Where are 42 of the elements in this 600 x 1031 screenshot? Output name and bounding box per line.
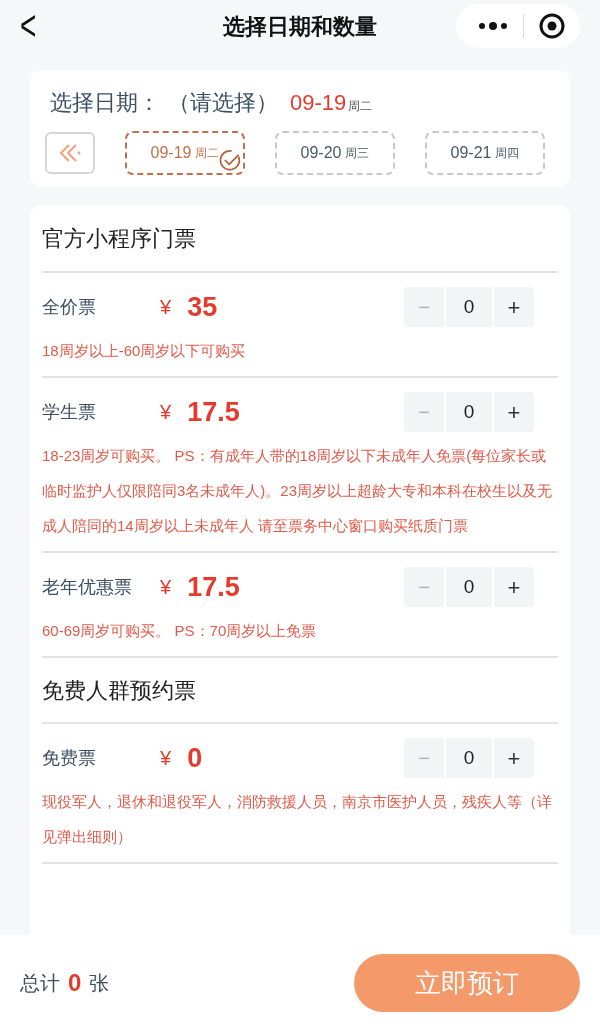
currency-symbol: ¥ — [160, 295, 172, 320]
date-option[interactable]: 09-20 周三 — [275, 131, 395, 175]
total-unit: 张 — [89, 971, 110, 996]
date-hint: （请选择） — [168, 89, 278, 117]
plus-button[interactable]: + — [494, 392, 534, 432]
double-chevron-left-icon — [58, 142, 82, 164]
more-icon[interactable] — [478, 22, 508, 30]
target-icon[interactable] — [539, 13, 565, 39]
currency-symbol: ¥ — [160, 400, 172, 425]
total-label: 总计 — [20, 971, 60, 996]
quantity-field[interactable]: 0 — [446, 392, 492, 432]
currency-symbol: ¥ — [160, 746, 172, 771]
currency-symbol: ¥ — [160, 575, 172, 600]
plus-button[interactable]: + — [494, 738, 534, 778]
quantity-field[interactable]: 0 — [446, 738, 492, 778]
ticket-price: 35 — [187, 290, 218, 324]
ticket-name: 全价票 — [42, 295, 97, 319]
ticket-note: 现役军人，退休和退役军人，消防救援人员，南京市医护人员，残疾人等（详见弹出细则） — [42, 792, 553, 847]
date-option[interactable]: 09-21 周四 — [425, 131, 545, 175]
ticket-name: 老年优惠票 — [42, 575, 133, 599]
quantity-field[interactable]: 0 — [446, 567, 492, 607]
ticket-name: 学生票 — [42, 400, 97, 424]
selected-date: 09-19 — [290, 89, 347, 117]
plus-button[interactable]: + — [494, 287, 534, 327]
check-circle-icon — [218, 148, 242, 172]
ticket-note: 18周岁以上-60周岁以下可购买 — [42, 341, 247, 361]
plus-button[interactable]: + — [494, 567, 534, 607]
section-title: 官方小程序门票 — [42, 224, 196, 253]
back-button[interactable]: < — [20, 0, 37, 58]
section-title: 免费人群预约票 — [42, 676, 196, 705]
total-count: 0 — [68, 968, 82, 998]
ticket-price: 17.5 — [187, 570, 240, 604]
quantity-field[interactable]: 0 — [446, 287, 492, 327]
ticket-price: 0 — [187, 741, 203, 775]
selected-weekday: 周二 — [348, 98, 373, 115]
ticket-note: 60-69周岁可购买。 PS：70周岁以上免票 — [42, 621, 318, 641]
page-title: 选择日期和数量 — [223, 12, 377, 41]
date-label: 选择日期： — [50, 89, 160, 117]
ticket-note: 18-23周岁可购买。 PS：有成年人带的18周岁以下未成年人免票(每位家长或临时监护人仅限陪同3名未成年人)。23周岁以上超龄大专和本科在校生以及无成人陪同的14周岁以上未成年人 请至票务中心窗口购买纸质门票 — [42, 446, 554, 536]
date-option[interactable]: 09-19 周二 — [125, 131, 245, 175]
ticket-name: 免费票 — [42, 746, 97, 770]
ticket-price: 17.5 — [187, 395, 240, 429]
